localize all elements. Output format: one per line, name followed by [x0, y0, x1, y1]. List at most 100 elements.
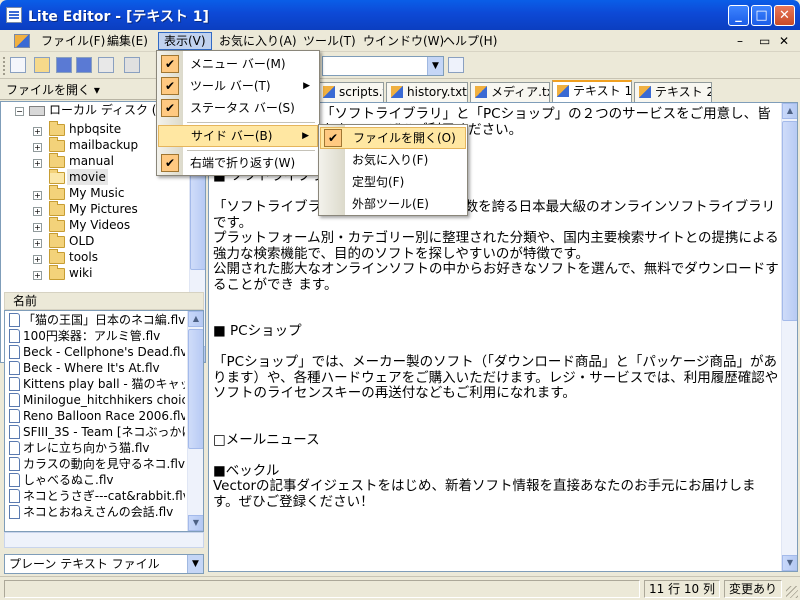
status-message [4, 580, 640, 598]
expand-icon[interactable]: + [33, 271, 42, 280]
save-icon[interactable] [56, 57, 72, 73]
menu-item-favorites[interactable]: お気に入り(F) [320, 149, 466, 171]
expand-icon[interactable]: + [33, 239, 42, 248]
tree-item[interactable]: OLD [69, 233, 94, 249]
expand-icon[interactable]: + [33, 143, 42, 152]
tree-item[interactable]: My Videos [69, 217, 130, 233]
scroll-thumb[interactable] [188, 329, 203, 449]
file-icon [9, 457, 20, 471]
menu-help[interactable]: ヘルプ(H) [438, 32, 502, 50]
scroll-down-icon[interactable]: ▼ [188, 515, 203, 531]
menu-favorites[interactable]: お気に入り(A) [214, 32, 302, 50]
search-icon[interactable] [448, 57, 464, 73]
save-all-icon[interactable] [76, 57, 92, 73]
list-item[interactable]: Kittens play ball - 猫のキャッチボール.flv [9, 376, 185, 392]
list-item[interactable]: 100円楽器：アルミ管.flv [9, 328, 185, 344]
expand-icon[interactable]: + [33, 191, 42, 200]
menu-item-sidebar[interactable]: サイド バー(B) ▶ [158, 125, 318, 147]
file-icon [9, 377, 20, 391]
folder-icon [49, 201, 65, 216]
menu-tools[interactable]: ツール(T) [298, 32, 361, 50]
list-item[interactable]: 「猫の王国」日本のネコ編.flv [9, 312, 185, 328]
minimize-button[interactable]: _ [728, 5, 749, 26]
file-icon [9, 441, 20, 455]
tab-scripts[interactable]: scripts.txt [318, 82, 384, 102]
file-list[interactable]: 「猫の王国」日本のネコ編.flv 100円楽器：アルミ管.flv Beck - … [4, 310, 204, 532]
list-item[interactable]: Beck - Where It's At.flv [9, 360, 185, 376]
list-hscrollbar[interactable] [4, 532, 204, 548]
sidebar-submenu: ✔ ファイルを開く(O) お気に入り(F) 定型句(F) 外部ツール(E) [318, 124, 468, 216]
menu-view[interactable]: 表示(V) [158, 32, 212, 50]
list-item[interactable]: カラスの動向を見守るネコ.flv [9, 456, 185, 472]
menu-item-menubar[interactable]: ✔ メニュー バー(M) [158, 53, 318, 75]
print-icon[interactable] [98, 57, 114, 73]
menu-edit[interactable]: 編集(E) [102, 32, 153, 50]
tree-item-selected[interactable]: movie [67, 169, 108, 185]
scroll-up-icon[interactable]: ▲ [188, 311, 203, 327]
menu-item-external-tools[interactable]: 外部ツール(E) [320, 193, 466, 215]
tree-item[interactable]: My Pictures [69, 201, 138, 217]
menu-file[interactable]: ファイル(F) [36, 32, 110, 50]
title-bar[interactable]: Lite Editor - [テキスト 1] _ □ ✕ [0, 0, 800, 30]
tab-text1[interactable]: テキスト 1 [552, 80, 632, 102]
text-file-icon [391, 86, 403, 98]
window-title: Lite Editor - [テキスト 1] [28, 9, 209, 25]
expand-icon[interactable]: + [33, 127, 42, 136]
menu-window[interactable]: ウインドウ(W) [358, 32, 449, 50]
tree-item[interactable]: manual [69, 153, 114, 169]
submenu-arrow-icon: ▶ [302, 131, 309, 141]
expand-icon[interactable]: + [33, 255, 42, 264]
mdi-minimize-button[interactable]: – [732, 32, 748, 50]
document-icon[interactable] [14, 34, 30, 48]
menu-item-statusbar[interactable]: ✔ ステータス バー(S) [158, 97, 318, 119]
expand-icon[interactable]: + [33, 223, 42, 232]
search-combo[interactable]: ▼ [322, 56, 444, 76]
folder-icon [49, 137, 65, 152]
tree-item[interactable]: mailbackup [69, 137, 138, 153]
mdi-restore-button[interactable]: ▭ [754, 32, 775, 50]
tree-item[interactable]: My Music [69, 185, 124, 201]
file-icon [9, 489, 20, 503]
menu-item-wordwrap[interactable]: ✔ 右端で折り返す(W) [158, 152, 318, 174]
menu-item-phrases[interactable]: 定型句(F) [320, 171, 466, 193]
collapse-icon[interactable]: − [15, 107, 24, 116]
tree-item[interactable]: wiki [69, 265, 92, 281]
chevron-down-icon[interactable]: ▼ [187, 555, 203, 573]
tree-item[interactable]: tools [69, 249, 98, 265]
cut-icon[interactable] [124, 57, 140, 73]
file-list-header[interactable]: 名前 [4, 292, 204, 310]
list-item[interactable]: ネコとうさぎ---cat&rabbit.flv [9, 488, 185, 504]
tree-item[interactable]: hpbqsite [69, 121, 121, 137]
menu-item-open-file[interactable]: ✔ ファイルを開く(O) [320, 127, 466, 149]
maximize-button[interactable]: □ [751, 5, 772, 26]
list-item[interactable]: SFIII_3S - Team [ネコぶっかけ].flv [9, 424, 185, 440]
resize-grip-icon[interactable] [786, 586, 798, 598]
app-icon[interactable] [6, 7, 22, 23]
tab-history[interactable]: history.txt [386, 82, 468, 102]
menu-item-toolbar[interactable]: ✔ ツール バー(T) ▶ [158, 75, 318, 97]
scroll-down-icon[interactable]: ▼ [782, 555, 797, 571]
scroll-thumb[interactable] [782, 121, 797, 321]
editor-scrollbar[interactable]: ▲ ▼ [781, 103, 797, 571]
expand-icon[interactable]: + [33, 159, 42, 168]
scroll-up-icon[interactable]: ▲ [782, 103, 797, 119]
folder-icon [49, 217, 65, 232]
open-folder-icon[interactable] [34, 57, 50, 73]
tab-text2[interactable]: テキスト 2 [634, 82, 712, 102]
expand-icon[interactable]: + [33, 207, 42, 216]
chevron-down-icon[interactable]: ▼ [427, 57, 443, 75]
tab-media[interactable]: メディア.txt [470, 82, 550, 102]
list-item[interactable]: ネコとおねえさんの会話.flv [9, 504, 185, 520]
list-item[interactable]: Beck - Cellphone's Dead.flv [9, 344, 185, 360]
list-item[interactable]: Reno Balloon Race 2006.flv [9, 408, 185, 424]
check-icon: ✔ [161, 55, 179, 73]
toolbar-grip [3, 57, 6, 75]
list-item[interactable]: オレに立ち向かう猫.flv [9, 440, 185, 456]
list-scrollbar[interactable]: ▲ ▼ [187, 311, 203, 531]
new-file-icon[interactable] [10, 57, 26, 73]
list-item[interactable]: しゃべるぬこ.flv [9, 472, 185, 488]
mdi-close-button[interactable]: ✕ [774, 32, 794, 50]
list-item[interactable]: Minilogue_hitchhikers choice.flv [9, 392, 185, 408]
close-button[interactable]: ✕ [774, 5, 795, 26]
filetype-select[interactable]: プレーン テキスト ファイル ▼ [4, 554, 204, 574]
